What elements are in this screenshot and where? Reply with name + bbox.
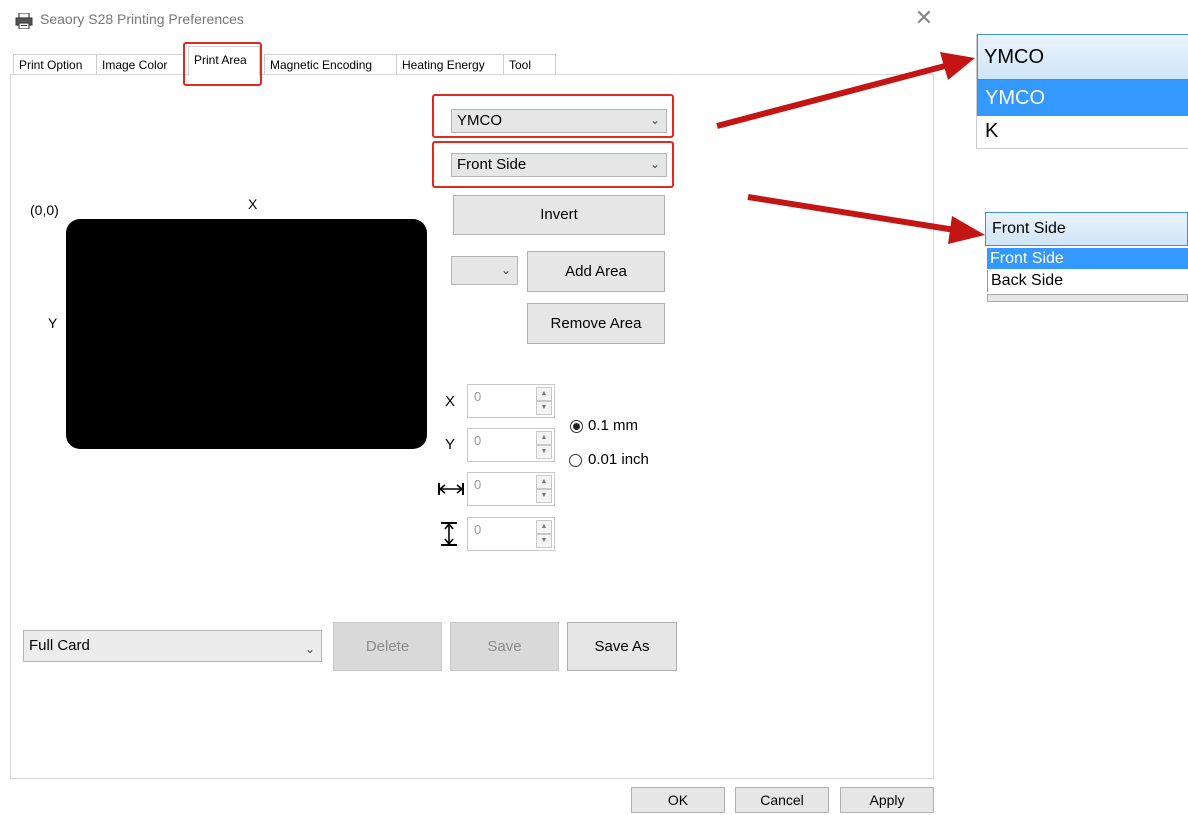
- y-value: 0: [474, 433, 482, 448]
- close-icon[interactable]: ✕: [912, 6, 936, 30]
- tab-print-option[interactable]: Print Option: [13, 54, 97, 74]
- tab-tool[interactable]: Tool: [503, 54, 556, 74]
- height-icon: [439, 521, 459, 547]
- popup-option-back-side[interactable]: Back Side: [987, 270, 1188, 292]
- cancel-button[interactable]: Cancel: [735, 787, 829, 813]
- arrow-to-side-popup: [747, 194, 956, 233]
- spin-up-icon[interactable]: ▲: [536, 387, 552, 401]
- preset-select[interactable]: Full Card ⌄: [23, 630, 322, 662]
- side-popup: Front Side Front Side Back Side: [985, 212, 1188, 308]
- tab-highlight-box: [183, 42, 262, 86]
- tab-heating-energy[interactable]: Heating Energy: [396, 54, 504, 74]
- remove-area-button[interactable]: Remove Area: [527, 303, 665, 344]
- x-value: 0: [474, 389, 482, 404]
- spin-down-icon[interactable]: ▼: [536, 489, 552, 503]
- spin-up-icon[interactable]: ▲: [536, 475, 552, 489]
- area-select[interactable]: ⌄: [451, 256, 518, 285]
- y-field-label: Y: [445, 436, 456, 453]
- origin-label: (0,0): [30, 202, 59, 218]
- apply-button[interactable]: Apply: [840, 787, 934, 813]
- spin-down-icon[interactable]: ▼: [536, 534, 552, 548]
- popup-current-value[interactable]: YMCO: [977, 34, 1188, 80]
- x-spinbox[interactable]: 0 ▲ ▼: [467, 384, 555, 418]
- popup-option-ymco[interactable]: YMCO: [977, 80, 1188, 116]
- card-preview[interactable]: [66, 219, 427, 449]
- unit-mm-radio[interactable]: [570, 420, 583, 433]
- tab-magnetic-encoding[interactable]: Magnetic Encoding: [264, 54, 397, 74]
- tab-image-color[interactable]: Image Color: [96, 54, 184, 74]
- popup-scrollbar[interactable]: [987, 294, 1188, 302]
- width-icon: [437, 481, 465, 497]
- height-value: 0: [474, 522, 482, 537]
- y-spinbox[interactable]: 0 ▲ ▼: [467, 428, 555, 462]
- add-area-button[interactable]: Add Area: [527, 251, 665, 292]
- spin-down-icon[interactable]: ▼: [536, 401, 552, 415]
- unit-mm-label: 0.1 mm: [588, 417, 639, 434]
- width-spinbox[interactable]: 0 ▲ ▼: [467, 472, 555, 506]
- x-field-label: X: [445, 393, 456, 410]
- ok-button[interactable]: OK: [631, 787, 725, 813]
- x-axis-label: X: [248, 196, 258, 212]
- color-mode-popup: YMCO YMCO K: [976, 34, 1188, 149]
- spin-up-icon[interactable]: ▲: [536, 520, 552, 534]
- popup-option-k[interactable]: K: [977, 118, 1188, 146]
- color-mode-highlight: [432, 94, 674, 138]
- height-spinbox[interactable]: 0 ▲ ▼: [467, 517, 555, 551]
- window-title: Seaory S28 Printing Preferences: [40, 11, 244, 27]
- spin-down-icon[interactable]: ▼: [536, 445, 552, 459]
- arrow-to-color-popup: [716, 63, 946, 129]
- preset-value: Full Card: [29, 637, 90, 654]
- width-value: 0: [474, 477, 482, 492]
- popup-current-value[interactable]: Front Side: [985, 212, 1188, 246]
- delete-button[interactable]: Delete: [333, 622, 442, 671]
- arrow-head-icon: [940, 52, 975, 80]
- unit-inch-radio[interactable]: [569, 454, 582, 467]
- unit-inch-label: 0.01 inch: [588, 451, 649, 468]
- chevron-down-icon: ⌄: [500, 263, 511, 277]
- arrow-head-icon: [948, 216, 985, 244]
- save-button[interactable]: Save: [450, 622, 559, 671]
- chevron-down-icon: ⌄: [304, 642, 315, 656]
- y-axis-label: Y: [48, 315, 58, 331]
- annotation-arrows: [716, 52, 985, 244]
- save-as-button[interactable]: Save As: [567, 622, 677, 671]
- spin-up-icon[interactable]: ▲: [536, 431, 552, 445]
- printer-icon: [15, 12, 33, 30]
- invert-button[interactable]: Invert: [453, 195, 665, 235]
- popup-option-front-side[interactable]: Front Side: [987, 248, 1188, 269]
- side-highlight: [432, 141, 674, 188]
